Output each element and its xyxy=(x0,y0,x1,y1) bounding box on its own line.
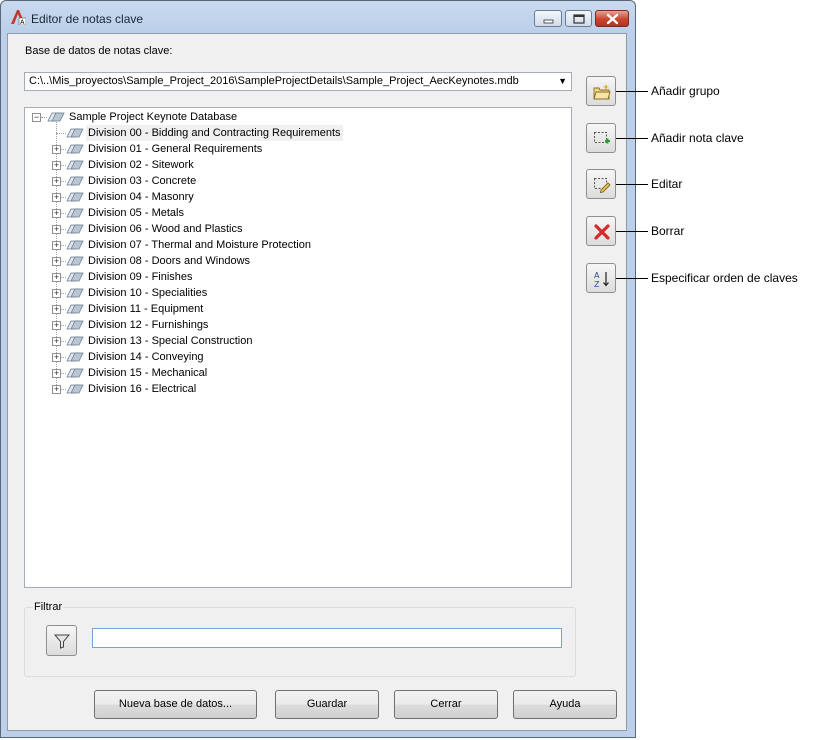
collapse-icon[interactable]: − xyxy=(32,113,41,122)
keynote-group-icon xyxy=(66,368,84,378)
keynote-group-icon xyxy=(66,208,84,218)
tree-item[interactable]: Division 07 - Thermal and Moisture Prote… xyxy=(86,237,313,253)
database-dropdown[interactable]: C:\..\Mis_proyectos\Sample_Project_2016\… xyxy=(24,72,572,91)
close-window-button[interactable] xyxy=(595,10,629,27)
expand-icon[interactable]: + xyxy=(52,225,61,234)
filter-button[interactable] xyxy=(46,625,77,656)
tree-item[interactable]: Division 10 - Specialities xyxy=(86,285,209,301)
tree-item[interactable]: Division 06 - Wood and Plastics xyxy=(86,221,244,237)
callout-line xyxy=(616,91,648,92)
tree-item[interactable]: Division 03 - Concrete xyxy=(86,173,198,189)
delete-icon xyxy=(594,224,610,240)
expand-icon[interactable]: + xyxy=(52,145,61,154)
save-button[interactable]: Guardar xyxy=(275,690,379,719)
add-group-icon xyxy=(593,84,611,100)
tree-item[interactable]: Division 15 - Mechanical xyxy=(86,365,209,381)
expand-icon[interactable]: + xyxy=(52,369,61,378)
svg-text:Z: Z xyxy=(594,280,600,288)
keynote-group-icon xyxy=(66,224,84,234)
expand-icon[interactable]: + xyxy=(52,257,61,266)
svg-text:A: A xyxy=(594,271,600,280)
tree-item[interactable]: Division 11 - Equipment xyxy=(86,301,205,317)
expand-icon[interactable]: + xyxy=(52,209,61,218)
callout-sort-order: Especificar orden de claves xyxy=(651,271,798,285)
tree-root-label[interactable]: Sample Project Keynote Database xyxy=(67,109,239,125)
edit-icon xyxy=(594,178,611,194)
tree-item[interactable]: Division 00 - Bidding and Contracting Re… xyxy=(86,125,343,141)
edit-button[interactable] xyxy=(586,169,616,199)
filter-input[interactable] xyxy=(92,628,562,648)
callout-delete: Borrar xyxy=(651,224,685,238)
tree-item[interactable]: Division 05 - Metals xyxy=(86,205,186,221)
tree-item[interactable]: Division 08 - Doors and Windows xyxy=(86,253,252,269)
callout-line xyxy=(616,184,648,185)
keynote-tree[interactable]: − Sample Project Keynote Database Divisi… xyxy=(24,107,572,588)
add-keynote-icon xyxy=(594,132,610,144)
tree-item[interactable]: Division 14 - Conveying xyxy=(86,349,206,365)
keynote-group-icon xyxy=(66,272,84,282)
expand-icon[interactable]: + xyxy=(52,385,61,394)
expand-icon[interactable]: + xyxy=(52,193,61,202)
window-title: Editor de notas clave xyxy=(31,12,144,26)
expand-icon[interactable]: + xyxy=(52,241,61,250)
autocad-app-icon: A xyxy=(11,10,26,25)
callout-line xyxy=(616,138,648,139)
keynote-group-icon xyxy=(66,160,84,170)
tree-item[interactable]: Division 12 - Furnishings xyxy=(86,317,210,333)
add-group-button[interactable] xyxy=(586,76,616,106)
database-label: Base de datos de notas clave: xyxy=(25,45,173,57)
add-keynote-button[interactable] xyxy=(586,123,616,153)
close-icon xyxy=(606,13,619,25)
keynote-group-icon xyxy=(66,336,84,346)
expand-icon[interactable]: + xyxy=(52,273,61,282)
keynote-group-icon xyxy=(66,320,84,330)
callout-add-group: Añadir grupo xyxy=(651,84,720,98)
expand-icon[interactable]: + xyxy=(52,353,61,362)
delete-button[interactable] xyxy=(586,216,616,246)
tree-item[interactable]: Division 01 - General Requirements xyxy=(86,141,264,157)
callout-line xyxy=(616,231,648,232)
tree-connector xyxy=(56,133,66,134)
sort-order-button[interactable]: A Z xyxy=(586,263,616,293)
tree-item[interactable]: Division 16 - Electrical xyxy=(86,381,198,397)
keynote-group-icon xyxy=(66,256,84,266)
title-bar[interactable]: A Editor de notas clave xyxy=(1,1,635,35)
expand-icon[interactable]: + xyxy=(52,289,61,298)
expand-icon[interactable]: + xyxy=(52,177,61,186)
keynote-group-icon xyxy=(66,352,84,362)
keynote-group-icon xyxy=(66,128,84,138)
sort-az-icon: A Z xyxy=(594,271,609,288)
keynote-group-icon xyxy=(66,304,84,314)
keynote-group-icon xyxy=(66,384,84,394)
tree-item[interactable]: Division 09 - Finishes xyxy=(86,269,195,285)
minimize-button[interactable] xyxy=(534,10,562,27)
keynote-group-icon xyxy=(66,144,84,154)
filter-group-label: Filtrar xyxy=(33,601,64,613)
keynote-group-icon xyxy=(66,192,84,202)
keynote-group-icon xyxy=(66,176,84,186)
tree-item[interactable]: Division 02 - Sitework xyxy=(86,157,196,173)
callout-line xyxy=(616,278,648,279)
callout-add-keynote: Añadir nota clave xyxy=(651,131,744,145)
dropdown-arrow-icon[interactable]: ▼ xyxy=(558,76,567,86)
tree-item[interactable]: Division 04 - Masonry xyxy=(86,189,196,205)
close-button[interactable]: Cerrar xyxy=(394,690,498,719)
expand-icon[interactable]: + xyxy=(52,321,61,330)
funnel-icon xyxy=(54,634,70,649)
minimize-icon xyxy=(543,19,554,24)
keynote-group-icon xyxy=(66,240,84,250)
callout-edit: Editar xyxy=(651,177,683,191)
expand-icon[interactable]: + xyxy=(52,161,61,170)
maximize-icon xyxy=(573,14,585,24)
tree-item[interactable]: Division 13 - Special Construction xyxy=(86,333,254,349)
expand-icon[interactable]: + xyxy=(52,337,61,346)
expand-icon[interactable]: + xyxy=(52,305,61,314)
maximize-button[interactable] xyxy=(565,10,592,27)
new-database-button[interactable]: Nueva base de datos... xyxy=(94,690,257,719)
help-button[interactable]: Ayuda xyxy=(513,690,617,719)
keynote-group-icon xyxy=(66,288,84,298)
database-path: C:\..\Mis_proyectos\Sample_Project_2016\… xyxy=(29,75,519,87)
